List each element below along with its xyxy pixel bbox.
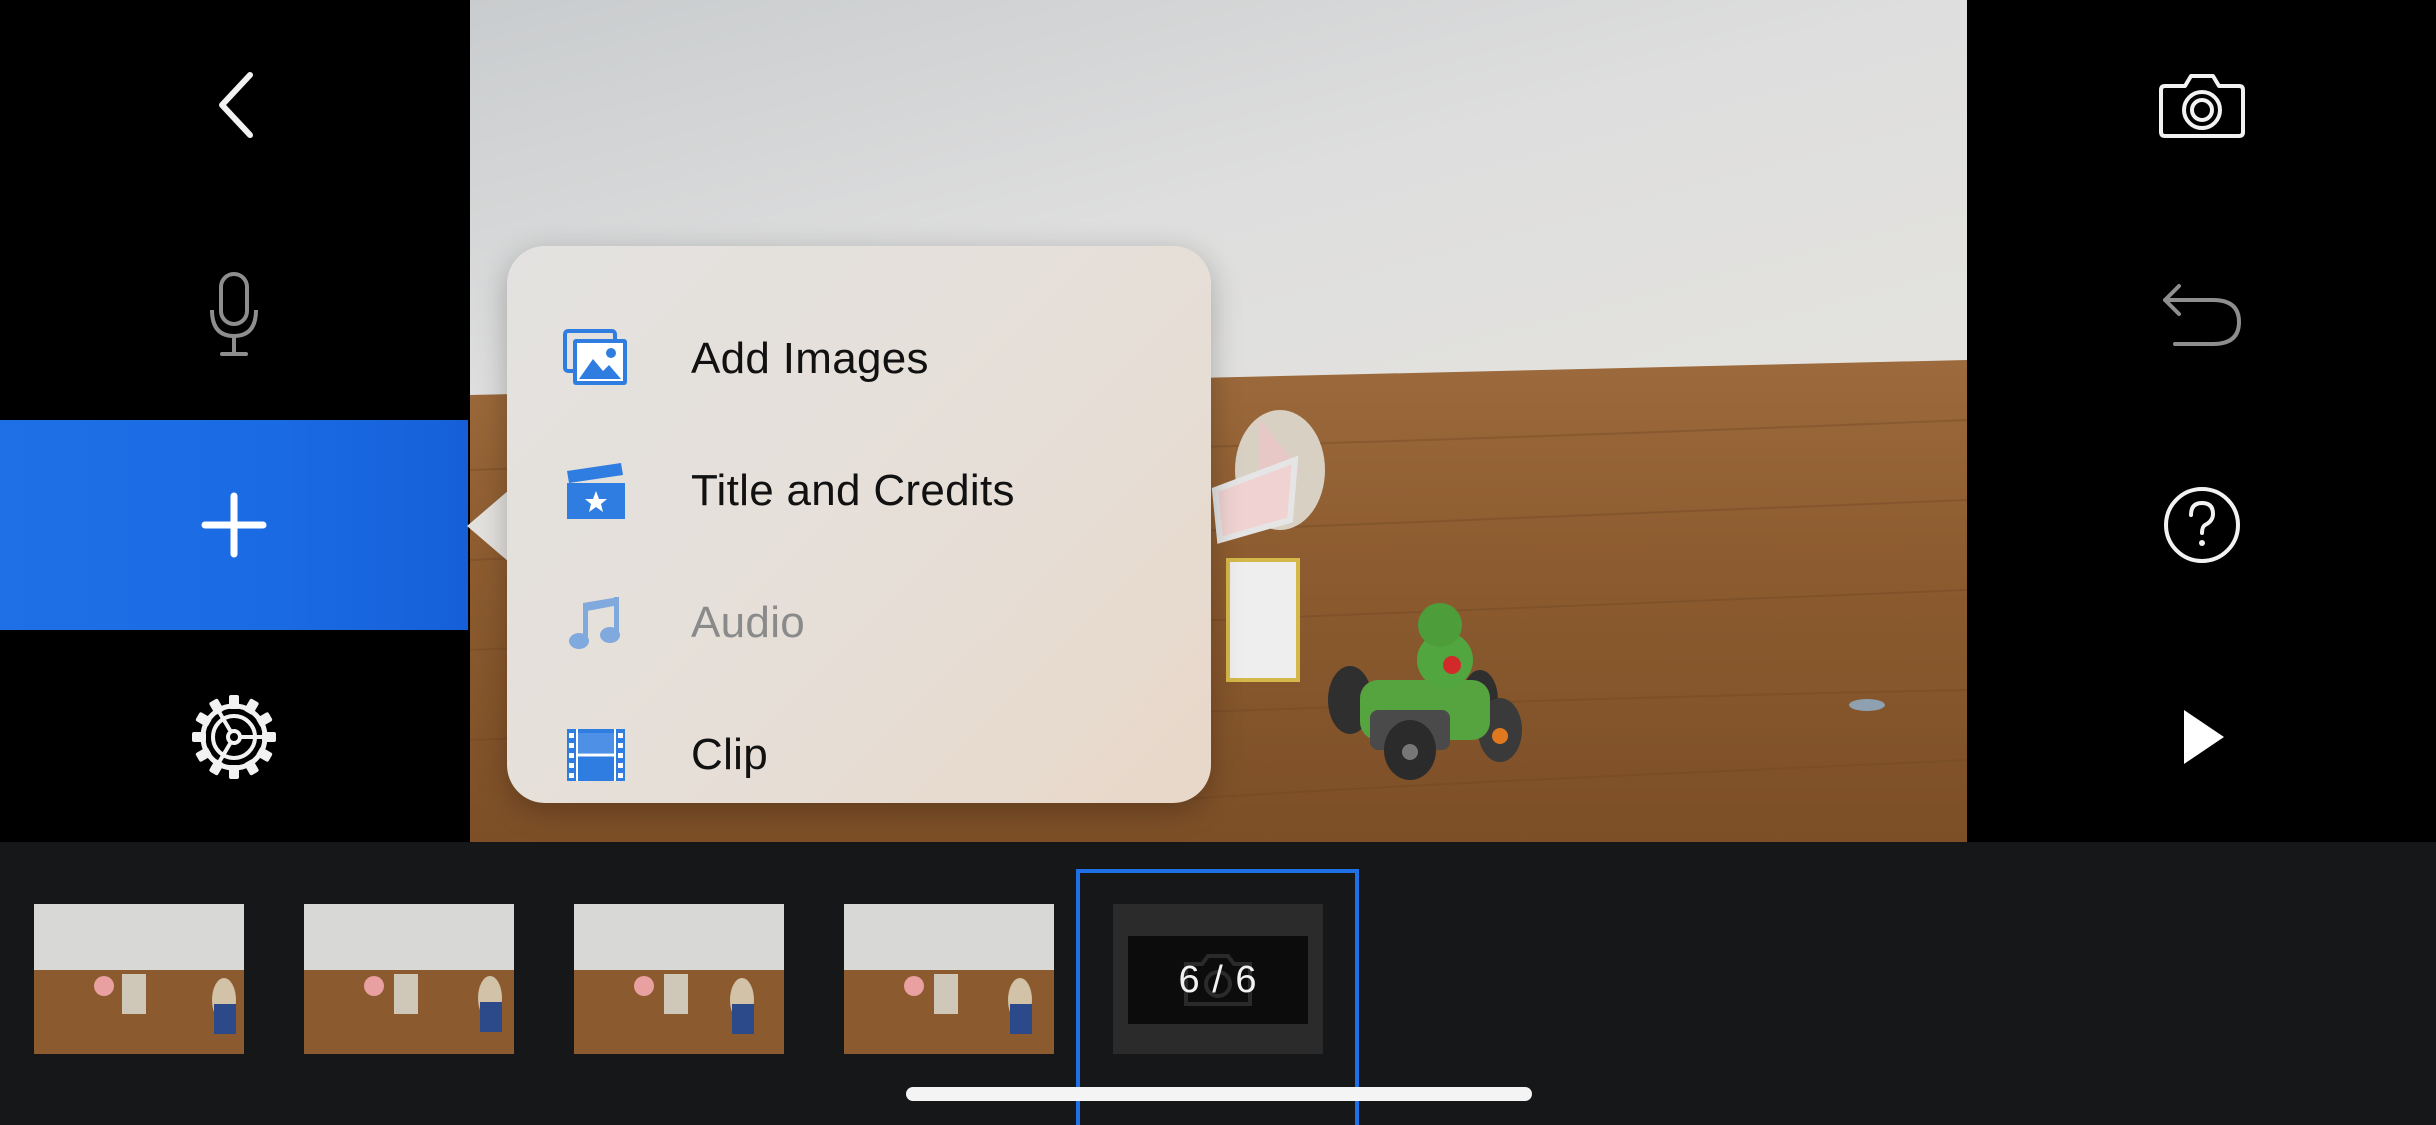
- home-indicator[interactable]: [906, 1087, 1532, 1101]
- menu-item-title-and-credits[interactable]: Title and Credits: [507, 425, 1211, 557]
- menu-item-audio[interactable]: Audio: [507, 557, 1211, 689]
- frame-counter: 6 / 6: [1128, 936, 1308, 1024]
- microphone-icon: [210, 272, 258, 356]
- frame-thumbnail[interactable]: [304, 904, 514, 1054]
- film-strip-icon: [563, 722, 629, 788]
- settings-button[interactable]: [0, 632, 468, 842]
- undo-icon: [2162, 284, 2241, 346]
- gear-icon: [192, 695, 276, 779]
- plus-icon: [201, 492, 267, 558]
- left-toolbar: [0, 0, 468, 842]
- undo-button[interactable]: [1967, 210, 2436, 420]
- stop-motion-editor: Add Images Title and Credits Audio Clip …: [0, 0, 2436, 1125]
- chevron-left-icon: [219, 72, 253, 138]
- help-button[interactable]: [1967, 420, 2436, 630]
- camera-icon: [2158, 74, 2245, 138]
- popover-arrow: [467, 490, 509, 562]
- menu-item-label: Audio: [691, 598, 806, 647]
- right-toolbar: [1967, 0, 2436, 842]
- frame-timeline: 6 / 6: [0, 842, 2436, 1125]
- menu-item-label: Title and Credits: [691, 466, 1015, 515]
- camera-button[interactable]: [1967, 0, 2436, 210]
- add-menu-popover: Add Images Title and Credits Audio Clip: [507, 246, 1211, 803]
- frame-thumbnail[interactable]: [34, 904, 244, 1054]
- music-note-icon: [563, 590, 629, 656]
- clapperboard-icon: [563, 458, 629, 524]
- back-button[interactable]: [0, 0, 468, 210]
- menu-item-clip[interactable]: Clip: [507, 689, 1211, 821]
- frame-thumbnail[interactable]: [574, 904, 784, 1054]
- menu-item-add-images[interactable]: Add Images: [507, 293, 1211, 425]
- play-icon: [2183, 710, 2224, 764]
- frame-thumbnail[interactable]: [844, 904, 1054, 1054]
- menu-item-label: Clip: [691, 730, 768, 779]
- add-button[interactable]: [0, 420, 468, 630]
- images-icon: [563, 326, 629, 392]
- menu-item-label: Add Images: [691, 334, 929, 383]
- play-button[interactable]: [1967, 632, 2436, 842]
- help-icon: [2163, 487, 2240, 563]
- record-audio-button[interactable]: [0, 210, 468, 420]
- frame-counter-text: 6 / 6: [1178, 958, 1258, 1001]
